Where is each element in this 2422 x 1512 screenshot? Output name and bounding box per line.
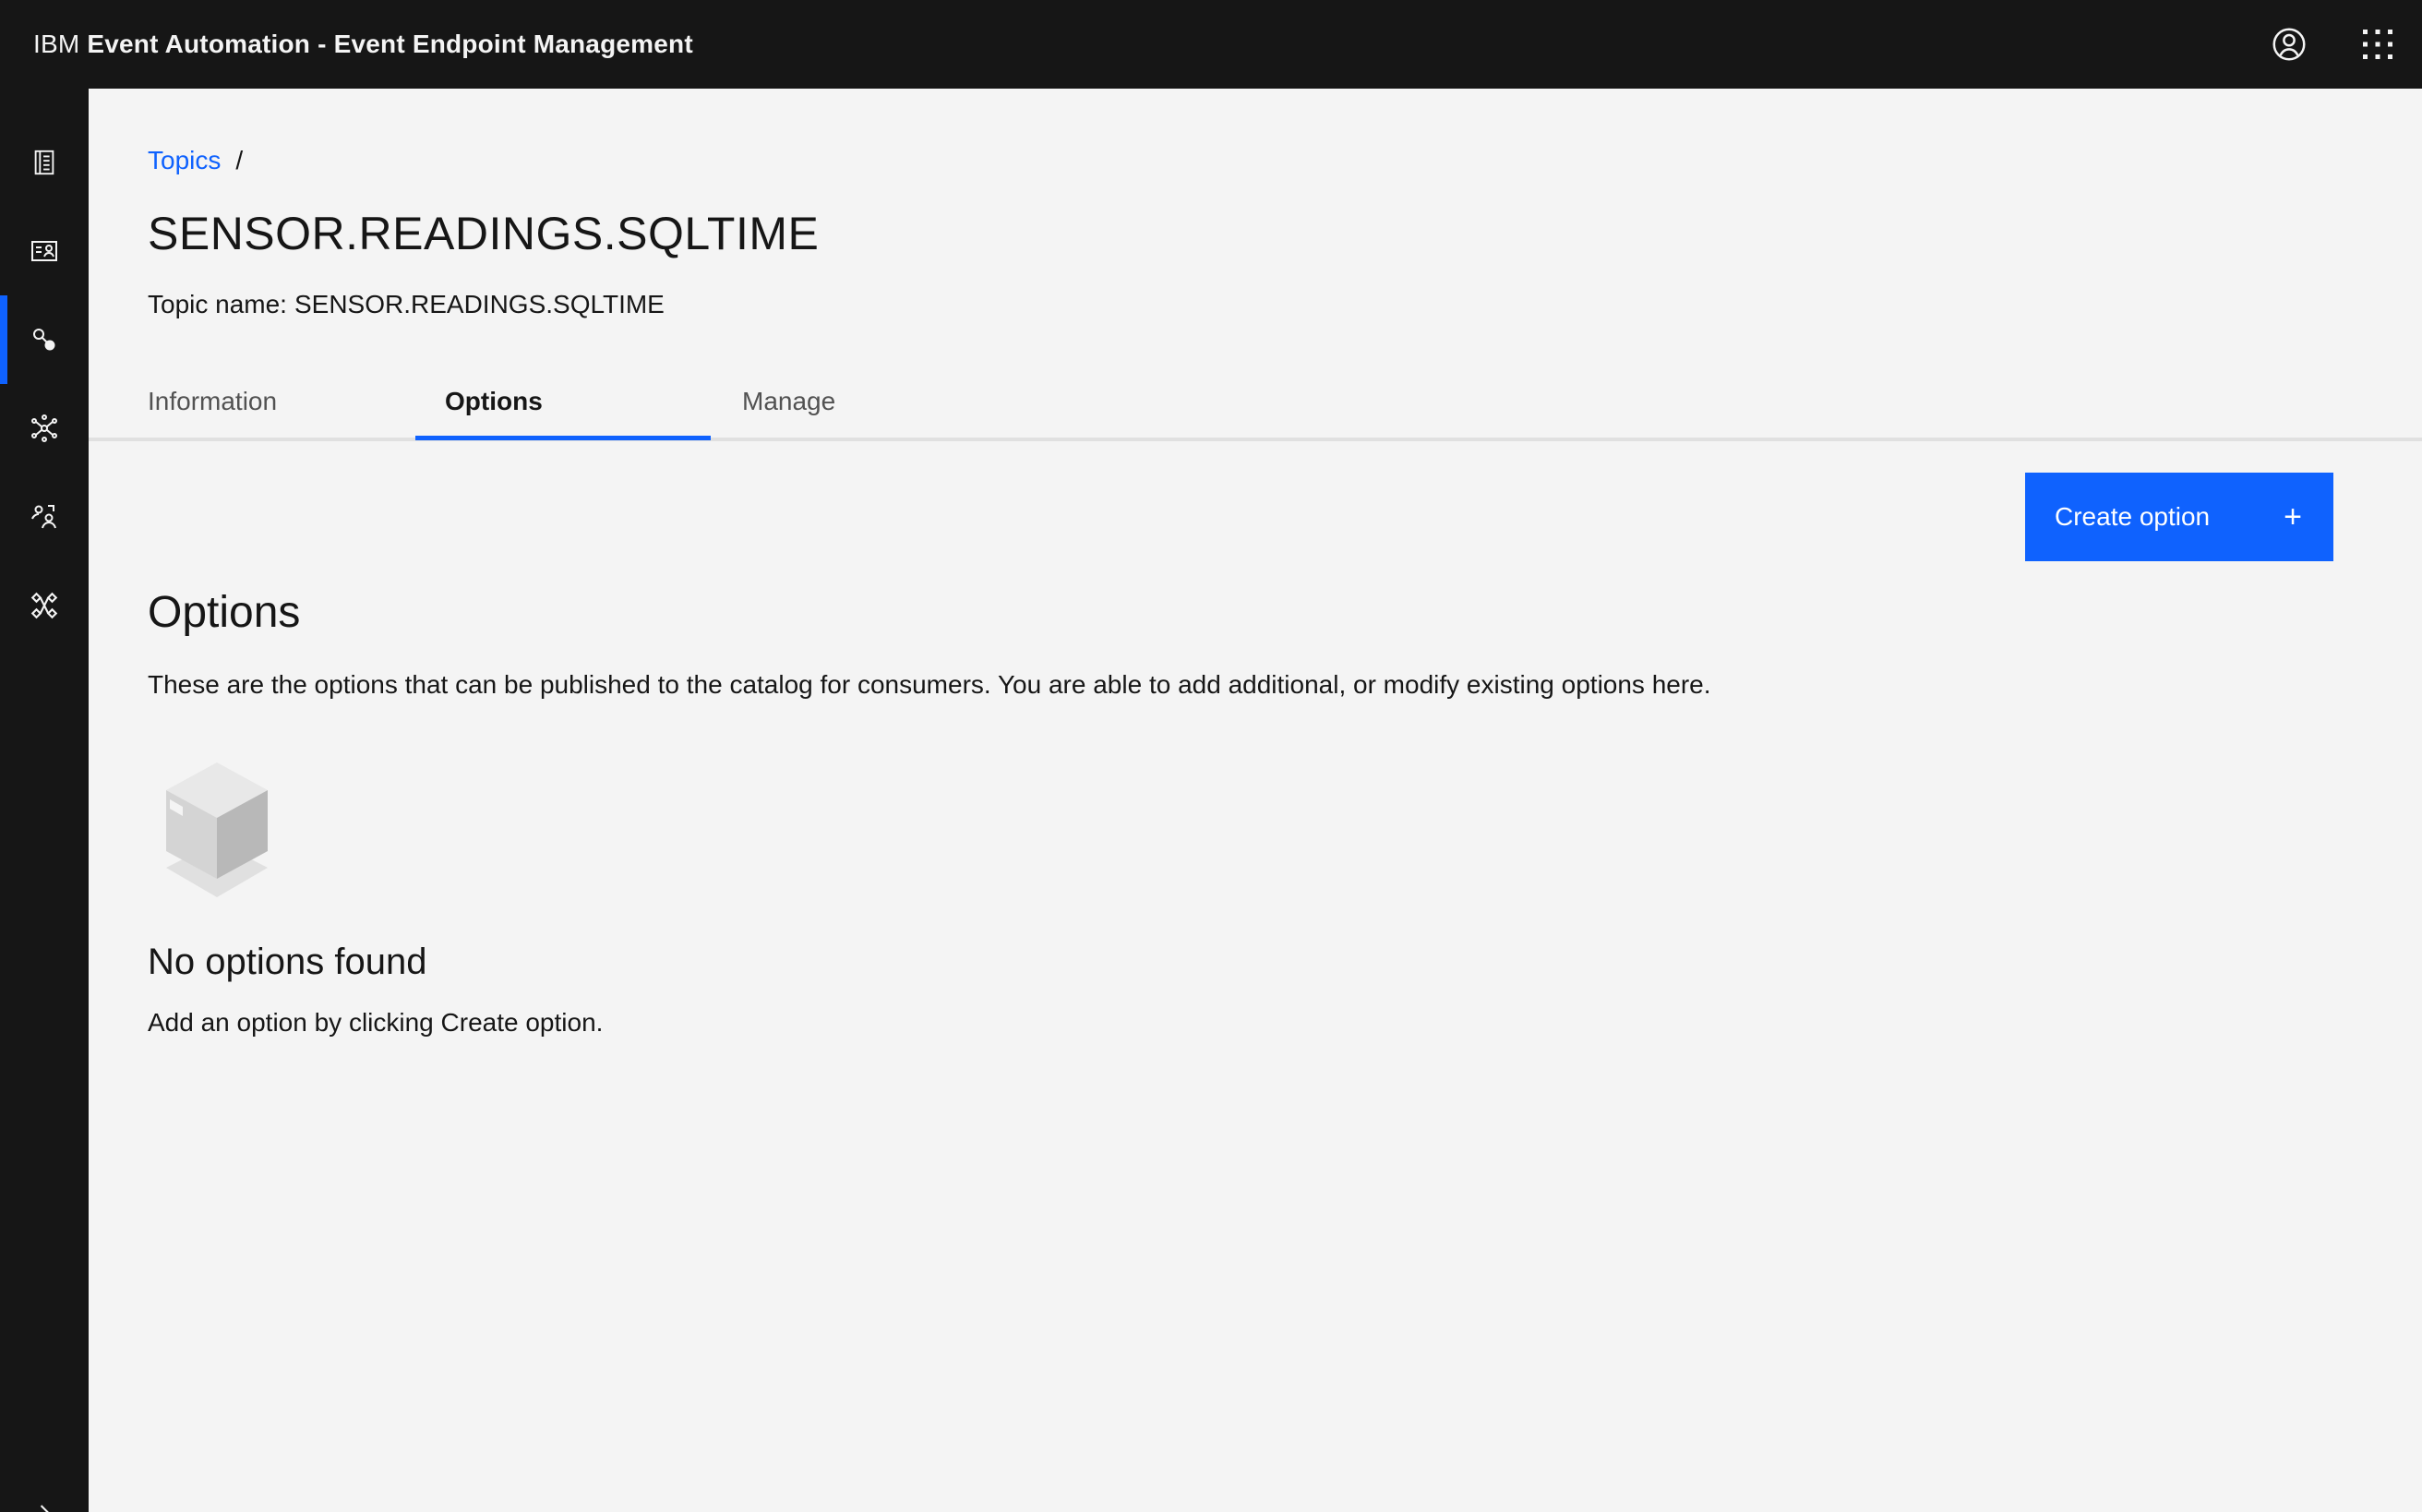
sidenav-item-catalog[interactable] (0, 118, 89, 207)
breadcrumb: Topics / (148, 146, 243, 175)
topic-name-label: Topic name: (148, 290, 287, 318)
chevron-right-icon (40, 1505, 49, 1512)
sidenav-item-integrations[interactable] (0, 561, 89, 650)
breadcrumb-link-topics[interactable]: Topics (148, 146, 221, 175)
tab-information[interactable]: Information (148, 360, 277, 443)
catalog-icon (34, 150, 54, 175)
sidenav-item-users[interactable] (0, 473, 89, 561)
empty-state-title: No options found (148, 942, 427, 982)
product-brand[interactable]: IBM Event Automation - Event Endpoint Ma… (33, 30, 693, 59)
top-header: IBM Event Automation - Event Endpoint Ma… (0, 0, 2422, 89)
tab-manage[interactable]: Manage (742, 360, 835, 443)
main-content: Topics / SENSOR.READINGS.SQLTIME Topic n… (89, 89, 2422, 1512)
active-tab-indicator (415, 436, 711, 440)
app-switcher-icon (2363, 30, 2392, 59)
topic-name: Topic name: SENSOR.READINGS.SQLTIME (148, 290, 665, 319)
connect-icon (30, 592, 58, 619)
app-switcher-button[interactable] (2333, 0, 2422, 89)
topics-icon (33, 329, 55, 351)
user-profile-button[interactable] (2245, 0, 2333, 89)
network-icon (31, 414, 57, 442)
sidenav-item-topics[interactable] (0, 295, 89, 384)
sidenav-item-subscriptions[interactable] (0, 207, 89, 295)
empty-state-description: Add an option by clicking Create option. (148, 1008, 604, 1037)
sidenav-expand-button[interactable] (0, 1468, 89, 1512)
breadcrumb-separator: / (235, 146, 244, 174)
empty-box-illustration (157, 757, 277, 909)
side-nav (0, 89, 89, 1512)
id-card-icon (31, 241, 57, 261)
page-title: SENSOR.READINGS.SQLTIME (148, 208, 820, 259)
create-option-button[interactable]: Create option + (2025, 473, 2333, 561)
options-section-title: Options (148, 588, 301, 637)
tab-options[interactable]: Options (445, 360, 543, 443)
user-avatar-icon (2272, 28, 2306, 61)
sidenav-item-gateways[interactable] (0, 384, 89, 473)
add-icon: + (2284, 499, 2302, 534)
create-option-label: Create option (2055, 502, 2211, 531)
brand-prefix: IBM (33, 30, 80, 58)
product-name: Event Automation - Event Endpoint Manage… (87, 30, 693, 58)
user-access-icon (31, 505, 56, 529)
topic-name-value: SENSOR.READINGS.SQLTIME (294, 290, 665, 318)
header-actions (2245, 0, 2422, 89)
options-section-description: These are the options that can be publis… (148, 670, 1711, 699)
